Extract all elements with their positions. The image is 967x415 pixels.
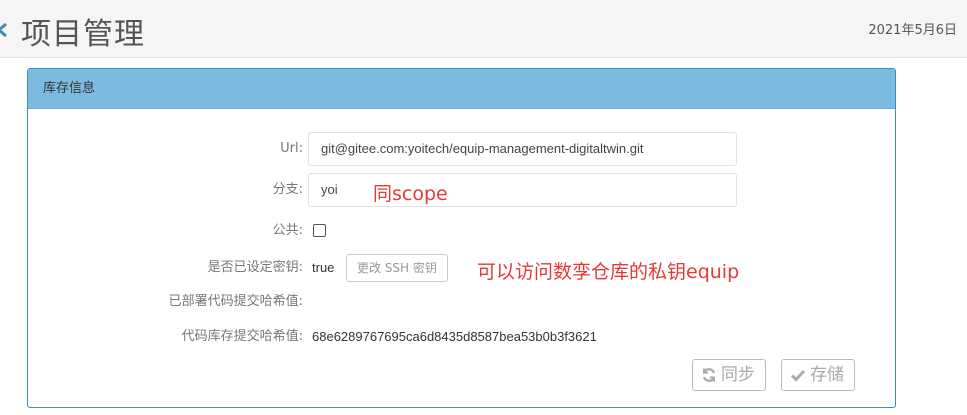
repo-hash-value: 68e6289767695ca6d8435d8587bea53b0b3f3621 [312,329,597,344]
branch-label: 分支: [272,182,303,197]
branch-annotation: 同scope [373,183,448,205]
check-icon [790,369,806,382]
panel-heading: 库存信息 [28,69,895,109]
current-date: 2021年5月6日 [868,23,957,38]
url-label: Url: [280,141,303,156]
refresh-icon [702,368,716,382]
public-row: 公共: [28,214,897,248]
url-input[interactable]: git@gitee.com:yoitech/equip-management-d… [308,132,737,166]
repo-hash-row: 代码库存提交哈希值: 68e6289767695ca6d8435d8587bea… [28,320,897,354]
deployed-hash-row: 已部署代码提交哈希值: [28,285,897,319]
save-button-label: 存储 [810,365,844,385]
key-row: 是否已设定密钥: true 更改 SSH 密钥 [28,251,897,285]
save-button[interactable]: 存储 [781,359,855,391]
page-title: 项目管理 [21,17,145,52]
sync-button-label: 同步 [721,365,755,385]
repo-hash-label: 代码库存提交哈希值: [181,329,303,344]
chevron-left-icon[interactable] [0,22,8,38]
branch-row: 分支: yoi [28,173,897,207]
key-label: 是否已设定密钥: [207,260,303,275]
url-row: Url: git@gitee.com:yoitech/equip-managem… [28,132,897,166]
change-ssh-key-button[interactable]: 更改 SSH 密钥 [346,254,448,282]
public-checkbox[interactable] [313,224,326,237]
deployed-hash-label: 已部署代码提交哈希值: [168,294,303,309]
sync-button[interactable]: 同步 [692,359,766,391]
page-header: 项目管理 2021年5月6日 [0,0,967,58]
key-annotation: 可以访问数孪仓库的私钥equip [477,261,740,283]
public-label: 公共: [272,223,303,238]
key-status: true [312,260,335,275]
repository-panel: 库存信息 Url: git@gitee.com:yoitech/equip-ma… [27,68,896,408]
